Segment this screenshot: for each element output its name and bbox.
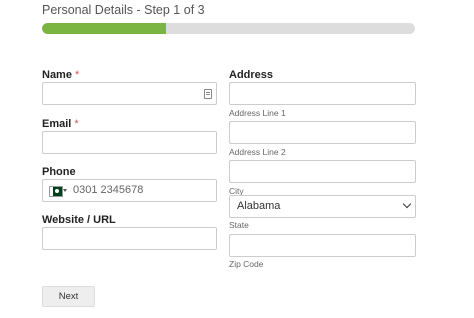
email-label: Email *	[42, 118, 79, 130]
zip-input[interactable]	[229, 234, 416, 257]
progress-bar-fill	[42, 23, 167, 34]
step-title: Personal Details - Step 1 of 3	[42, 3, 205, 17]
form-page: Personal Details - Step 1 of 3 Name * Em…	[0, 0, 474, 318]
city-input[interactable]	[229, 160, 416, 183]
progress-bar	[42, 23, 415, 34]
name-input[interactable]	[42, 82, 217, 105]
address-line2-sublabel: Address Line 2	[229, 147, 286, 157]
chevron-down-icon[interactable]	[63, 189, 67, 192]
flag-white-band	[50, 187, 53, 196]
state-selected-value: Alabama	[237, 200, 281, 212]
name-label: Name *	[42, 69, 79, 81]
contact-card-icon	[204, 89, 212, 99]
state-select[interactable]: Alabama	[229, 195, 416, 218]
address-label: Address	[229, 69, 274, 81]
name-label-text: Name	[42, 69, 72, 81]
address-line1-sublabel: Address Line 1	[229, 108, 286, 118]
pakistan-flag-icon[interactable]	[49, 186, 63, 197]
address-line1-input[interactable]	[229, 82, 416, 105]
flag-crescent	[55, 189, 59, 193]
phone-label: Phone	[42, 166, 76, 178]
state-sublabel: State	[229, 220, 249, 230]
chevron-down-icon	[402, 199, 412, 209]
name-required-mark: *	[75, 69, 80, 81]
phone-value: 0301 2345678	[73, 184, 144, 196]
email-label-text: Email	[42, 118, 72, 130]
phone-input[interactable]: 0301 2345678	[42, 179, 217, 202]
website-label: Website / URL	[42, 214, 116, 226]
zip-sublabel: Zip Code	[229, 259, 264, 269]
email-required-mark: *	[74, 118, 79, 130]
email-input[interactable]	[42, 131, 217, 154]
address-line2-input[interactable]	[229, 121, 416, 144]
next-button[interactable]: Next	[42, 286, 95, 307]
website-input[interactable]	[42, 227, 217, 250]
